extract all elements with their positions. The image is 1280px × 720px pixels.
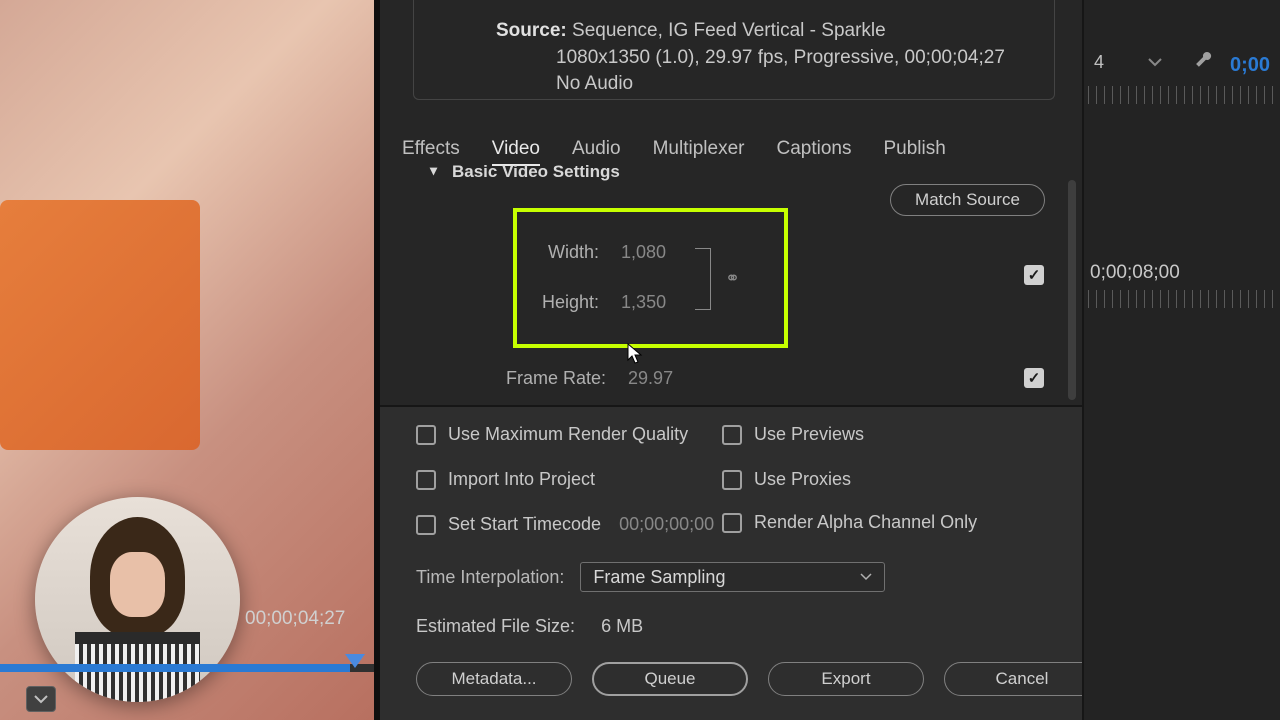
label-proxies: Use Proxies xyxy=(754,469,851,490)
link-bracket xyxy=(695,248,711,310)
tab-captions[interactable]: Captions xyxy=(776,138,851,166)
source-sequence: Sequence, IG Feed Vertical - Sparkle xyxy=(572,20,886,41)
cancel-button[interactable]: Cancel xyxy=(944,662,1100,696)
time-interpolation-select[interactable]: Frame Sampling xyxy=(580,562,885,592)
estimated-size-label: Estimated File Size: xyxy=(416,616,575,637)
checkbox-import[interactable] xyxy=(416,470,436,490)
chevron-down-icon xyxy=(34,694,48,704)
label-start-timecode: Set Start Timecode xyxy=(448,514,601,535)
preview-timecode: 00;00;04;27 xyxy=(245,608,345,630)
label-alpha: Render Alpha Channel Only xyxy=(754,512,977,533)
timeline-value[interactable]: 4 xyxy=(1094,52,1104,73)
source-label: Source: xyxy=(496,20,567,41)
match-source-check-framerate[interactable]: ✓ xyxy=(1024,368,1044,388)
timeline-ruler-1[interactable] xyxy=(1088,86,1280,104)
label-previews: Use Previews xyxy=(754,424,864,445)
preview-panel: 00;00;04;27 xyxy=(0,0,374,720)
checkbox-alpha[interactable] xyxy=(722,513,742,533)
height-label: Height: xyxy=(542,292,599,313)
export-button[interactable]: Export xyxy=(768,662,924,696)
queue-button[interactable]: Queue xyxy=(592,662,748,696)
match-source-button[interactable]: Match Source xyxy=(890,184,1045,216)
metadata-button[interactable]: Metadata... xyxy=(416,662,572,696)
link-aspect-icon[interactable]: ⚭ xyxy=(725,268,740,289)
timeline-ruler-2[interactable] xyxy=(1088,290,1280,308)
timeline-panel xyxy=(1082,0,1280,720)
source-info: Source: Sequence, IG Feed Vertical - Spa… xyxy=(496,18,1005,98)
wrench-icon[interactable] xyxy=(1193,50,1213,75)
checkbox-start-timecode[interactable] xyxy=(416,515,436,535)
tab-publish[interactable]: Publish xyxy=(883,138,945,166)
framerate-label: Frame Rate: xyxy=(506,368,606,389)
preview-options-dropdown[interactable] xyxy=(26,686,56,712)
chevron-down-icon[interactable] xyxy=(1148,54,1162,72)
estimated-size-value: 6 MB xyxy=(601,616,643,637)
timeline-timecode-2: 0;00;08;00 xyxy=(1090,262,1180,284)
source-specs: 1080x1350 (1.0), 29.97 fps, Progressive,… xyxy=(556,47,1005,68)
checkbox-proxies[interactable] xyxy=(722,470,742,490)
time-interpolation-value: Frame Sampling xyxy=(593,567,725,588)
label-import: Import Into Project xyxy=(448,469,595,490)
playhead[interactable] xyxy=(345,654,365,668)
tutorial-highlight xyxy=(513,208,788,348)
start-timecode-input[interactable]: 00;00;00;00 xyxy=(619,514,714,535)
playback-track[interactable] xyxy=(0,664,374,672)
height-input[interactable]: 1,350 xyxy=(621,292,666,313)
match-source-check-dimensions[interactable]: ✓ xyxy=(1024,265,1044,285)
label-max-quality: Use Maximum Render Quality xyxy=(448,424,688,445)
source-audio: No Audio xyxy=(556,73,633,94)
settings-scrollbar[interactable] xyxy=(1068,180,1076,400)
chevron-down-icon xyxy=(860,573,872,581)
tab-multiplexer[interactable]: Multiplexer xyxy=(653,138,745,166)
checkbox-previews[interactable] xyxy=(722,425,742,445)
framerate-input[interactable]: 29.97 xyxy=(628,368,673,389)
checkbox-max-quality[interactable] xyxy=(416,425,436,445)
mouse-cursor xyxy=(627,343,645,370)
time-interpolation-label: Time Interpolation: xyxy=(416,567,564,588)
export-action-buttons: Metadata... Queue Export Cancel xyxy=(416,662,1100,696)
width-input[interactable]: 1,080 xyxy=(621,242,666,263)
width-label: Width: xyxy=(548,242,599,263)
basic-video-settings-header[interactable]: Basic Video Settings xyxy=(452,162,620,182)
timeline-timecode-1[interactable]: 0;00 xyxy=(1230,54,1270,77)
